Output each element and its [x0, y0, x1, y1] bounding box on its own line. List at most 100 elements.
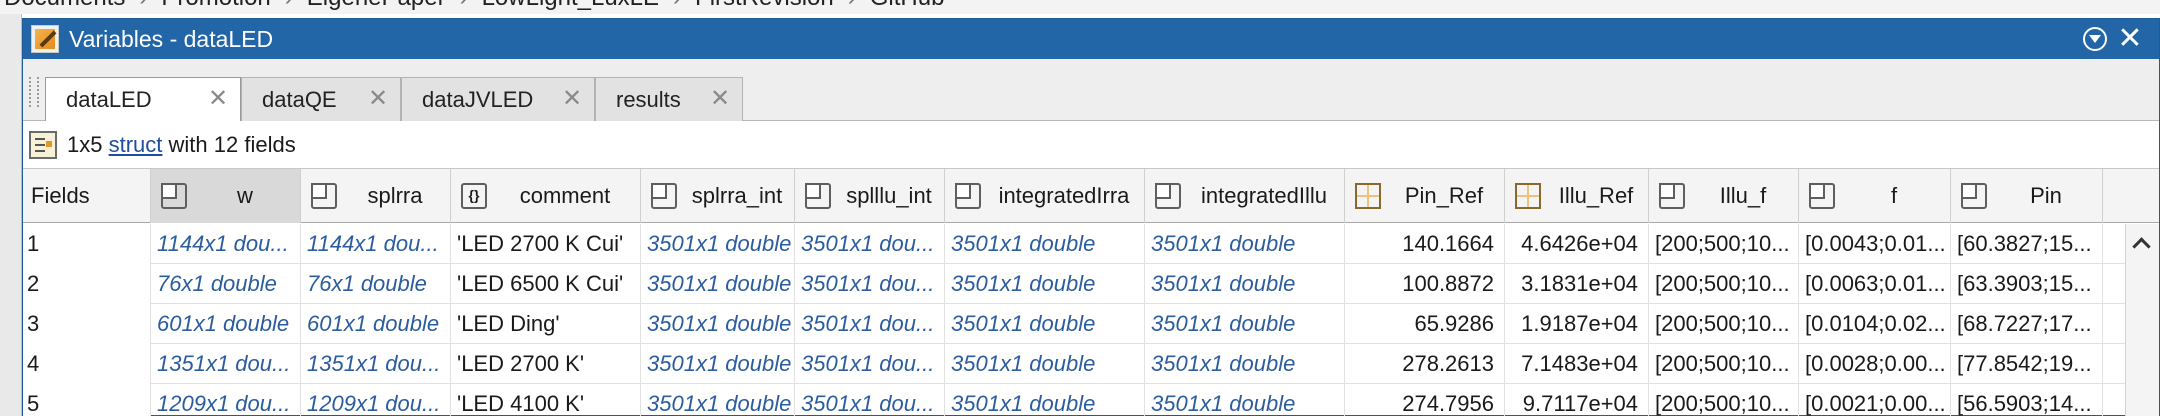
- table-cell[interactable]: [56.5903;14...: [1951, 384, 2103, 416]
- table-cell[interactable]: 3501x1 double: [1145, 304, 1345, 344]
- tab-close-icon[interactable]: ✕: [366, 86, 390, 112]
- table-cell[interactable]: [0.0021;0.00...: [1799, 384, 1951, 416]
- column-header-splllu_int[interactable]: splllu_int: [795, 169, 945, 223]
- column-header-splrra_int[interactable]: splrra_int: [641, 169, 795, 223]
- scroll-up-icon[interactable]: [2134, 236, 2150, 252]
- table-cell[interactable]: 3501x1 double: [945, 224, 1145, 264]
- table-cell[interactable]: 3501x1 dou...: [795, 224, 945, 264]
- table-cell[interactable]: [77.8542;19...: [1951, 344, 2103, 384]
- row-index[interactable]: 2: [23, 264, 151, 304]
- table-cell[interactable]: 4.6426e+04: [1505, 224, 1649, 264]
- column-header-illu_ref[interactable]: Illu_Ref: [1505, 169, 1649, 223]
- column-header-comment[interactable]: comment: [451, 169, 641, 223]
- table-cell[interactable]: 1209x1 dou...: [151, 384, 301, 416]
- table-row[interactable]: 4 1351x1 dou... 1351x1 dou... 'LED 2700 K' 3…: [23, 344, 2143, 384]
- table-cell[interactable]: 1351x1 dou...: [301, 344, 451, 384]
- table-cell[interactable]: 3501x1 double: [641, 344, 795, 384]
- table-cell[interactable]: 3501x1 double: [641, 264, 795, 304]
- breadcrumb-item[interactable]: Documents: [4, 0, 125, 11]
- column-header-pin_ref[interactable]: Pin_Ref: [1345, 169, 1505, 223]
- table-cell[interactable]: 3501x1 double: [945, 264, 1145, 304]
- table-cell[interactable]: 3501x1 double: [641, 304, 795, 344]
- table-cell[interactable]: [68.7227;17...: [1951, 304, 2103, 344]
- row-index[interactable]: 5: [23, 384, 151, 416]
- table-cell[interactable]: 'LED Ding': [451, 304, 641, 344]
- table-cell[interactable]: 3501x1 double: [1145, 264, 1345, 304]
- table-cell[interactable]: 3501x1 double: [641, 224, 795, 264]
- table-cell[interactable]: 3501x1 dou...: [795, 344, 945, 384]
- table-cell[interactable]: [60.3827;15...: [1951, 224, 2103, 264]
- table-cell[interactable]: 3501x1 double: [945, 304, 1145, 344]
- table-cell[interactable]: 100.8872: [1345, 264, 1505, 304]
- table-cell[interactable]: [200;500;10...: [1649, 384, 1799, 416]
- table-cell[interactable]: 'LED 2700 K Cui': [451, 224, 641, 264]
- table-cell[interactable]: [0.0104;0.02...: [1799, 304, 1951, 344]
- table-cell[interactable]: 1209x1 dou...: [301, 384, 451, 416]
- column-header-w[interactable]: w: [151, 169, 301, 223]
- table-row[interactable]: 1 1144x1 dou... 1144x1 dou... 'LED 2700 K C…: [23, 224, 2143, 264]
- breadcrumb-item[interactable]: Promotion: [161, 0, 270, 11]
- tab-dataJVLED[interactable]: dataJVLED ✕: [401, 77, 595, 121]
- table-cell[interactable]: 140.1664: [1345, 224, 1505, 264]
- tab-dataQE[interactable]: dataQE ✕: [241, 77, 401, 121]
- table-cell[interactable]: [63.3903;15...: [1951, 264, 2103, 304]
- table-cell[interactable]: 601x1 double: [301, 304, 451, 344]
- column-header-splrra[interactable]: splrra: [301, 169, 451, 223]
- table-cell[interactable]: 1351x1 dou...: [151, 344, 301, 384]
- table-cell[interactable]: [0.0043;0.01...: [1799, 224, 1951, 264]
- table-cell[interactable]: 65.9286: [1345, 304, 1505, 344]
- table-cell[interactable]: 278.2613: [1345, 344, 1505, 384]
- table-cell[interactable]: [0.0063;0.01...: [1799, 264, 1951, 304]
- row-index[interactable]: 3: [23, 304, 151, 344]
- tab-close-icon[interactable]: ✕: [708, 86, 732, 112]
- table-cell[interactable]: 3501x1 double: [1145, 384, 1345, 416]
- vertical-scrollbar[interactable]: [2125, 224, 2159, 416]
- table-cell[interactable]: 3501x1 dou...: [795, 264, 945, 304]
- table-cell[interactable]: [200;500;10...: [1649, 224, 1799, 264]
- table-cell[interactable]: 3501x1 double: [945, 384, 1145, 416]
- tab-close-icon[interactable]: ✕: [206, 86, 230, 112]
- table-cell[interactable]: 'LED 6500 K Cui': [451, 264, 641, 304]
- tab-grip-handle[interactable]: [29, 77, 39, 107]
- breadcrumb-item[interactable]: GitHub: [870, 0, 945, 11]
- table-cell[interactable]: [0.0028;0.00...: [1799, 344, 1951, 384]
- table-cell[interactable]: 9.7117e+04: [1505, 384, 1649, 416]
- panel-titlebar[interactable]: Variables - dataLED ✕: [23, 19, 2159, 59]
- column-header-illu_f[interactable]: Illu_f: [1649, 169, 1799, 223]
- table-cell[interactable]: 7.1483e+04: [1505, 344, 1649, 384]
- close-icon[interactable]: ✕: [2115, 23, 2145, 55]
- breadcrumb-item[interactable]: EigenePaper: [307, 0, 446, 11]
- table-cell[interactable]: [200;500;10...: [1649, 264, 1799, 304]
- breadcrumb-item[interactable]: LowLight_LuxLE: [482, 0, 659, 11]
- table-row[interactable]: 5 1209x1 dou... 1209x1 dou... 'LED 4100 K' 3…: [23, 384, 2143, 416]
- panel-menu-icon[interactable]: [2083, 27, 2107, 51]
- table-cell[interactable]: 3501x1 dou...: [795, 384, 945, 416]
- table-cell[interactable]: 76x1 double: [151, 264, 301, 304]
- breadcrumb-item[interactable]: FirstRevision: [695, 0, 834, 11]
- column-header-integratedirra[interactable]: integratedIrra: [945, 169, 1145, 223]
- struct-link[interactable]: struct: [109, 132, 163, 157]
- table-cell[interactable]: 1144x1 dou...: [301, 224, 451, 264]
- table-cell[interactable]: 'LED 2700 K': [451, 344, 641, 384]
- tab-results[interactable]: results ✕: [595, 77, 743, 121]
- table-cell[interactable]: 1.9187e+04: [1505, 304, 1649, 344]
- table-cell[interactable]: 1144x1 dou...: [151, 224, 301, 264]
- table-cell[interactable]: 3501x1 dou...: [795, 304, 945, 344]
- table-cell[interactable]: 3.1831e+04: [1505, 264, 1649, 304]
- table-cell[interactable]: [200;500;10...: [1649, 344, 1799, 384]
- tab-dataLED[interactable]: dataLED ✕: [45, 77, 241, 122]
- table-cell[interactable]: 3501x1 double: [641, 384, 795, 416]
- table-cell[interactable]: 'LED 4100 K': [451, 384, 641, 416]
- table-cell[interactable]: 3501x1 double: [1145, 224, 1345, 264]
- table-row[interactable]: 3 601x1 double 601x1 double 'LED Ding' 3501x…: [23, 304, 2143, 344]
- row-index[interactable]: 1: [23, 224, 151, 264]
- table-cell[interactable]: 3501x1 double: [945, 344, 1145, 384]
- table-cell[interactable]: [200;500;10...: [1649, 304, 1799, 344]
- column-header-f[interactable]: f: [1799, 169, 1951, 223]
- column-header-pin[interactable]: Pin: [1951, 169, 2103, 223]
- row-index[interactable]: 4: [23, 344, 151, 384]
- table-cell[interactable]: 76x1 double: [301, 264, 451, 304]
- table-cell[interactable]: 601x1 double: [151, 304, 301, 344]
- column-header-integratedillu[interactable]: integratedIllu: [1145, 169, 1345, 223]
- table-row[interactable]: 2 76x1 double 76x1 double 'LED 6500 K Cui' 3…: [23, 264, 2143, 304]
